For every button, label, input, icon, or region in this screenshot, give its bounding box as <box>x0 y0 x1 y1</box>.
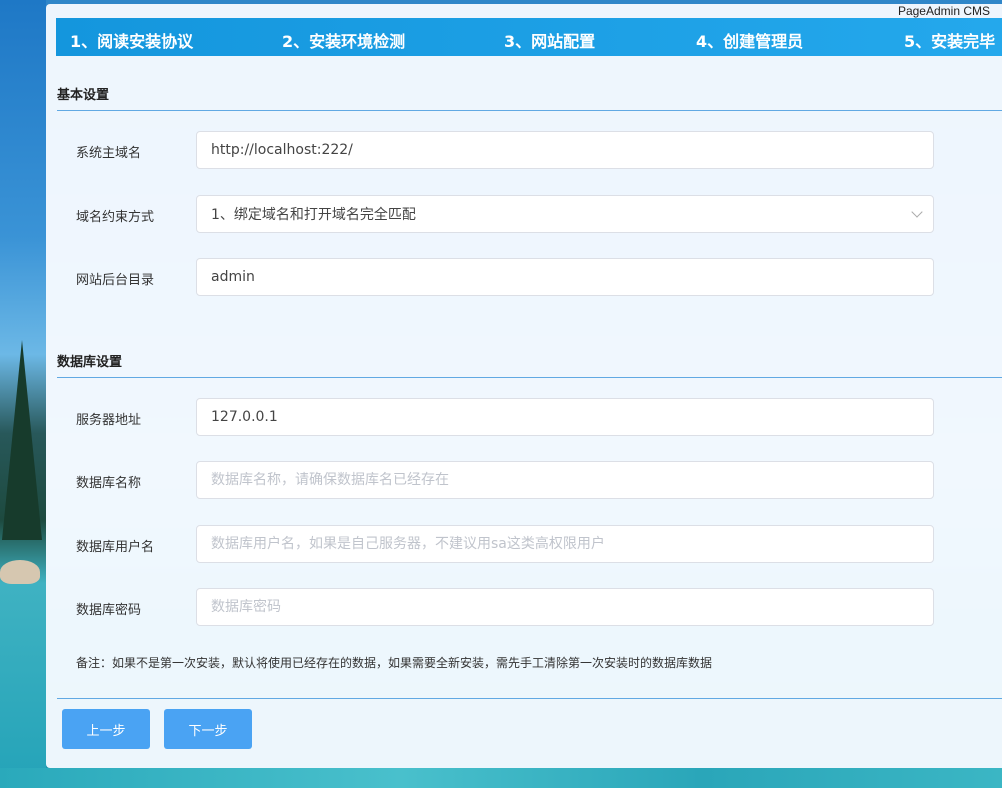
db-password-label: 数据库密码 <box>76 603 142 618</box>
chevron-down-icon <box>911 206 923 218</box>
admin-dir-input[interactable] <box>196 258 934 296</box>
step-1: 1、阅读安装协议 <box>70 32 194 51</box>
step-2: 2、安装环境检测 <box>282 32 406 51</box>
db-password-input[interactable] <box>196 588 934 626</box>
prev-button[interactable]: 上一步 <box>62 709 150 749</box>
step-4: 4、创建管理员 <box>696 32 804 51</box>
section-divider <box>57 110 1002 111</box>
footer-divider <box>57 698 1002 699</box>
step-bar: 1、阅读安装协议 2、安装环境检测 3、网站配置 4、创建管理员 5、安装完毕 <box>56 18 1002 56</box>
db-user-label: 数据库用户名 <box>76 540 155 555</box>
step-3: 3、网站配置 <box>504 32 596 51</box>
domain-label: 系统主域名 <box>76 146 142 161</box>
step-5: 5、安装完毕 <box>904 32 996 51</box>
server-label: 服务器地址 <box>76 413 142 428</box>
background-water <box>0 768 1002 788</box>
note-text: 备注：如果不是第一次安装，默认将使用已经存在的数据，如果需要全新安装，需先手工清… <box>76 656 713 670</box>
dbname-label: 数据库名称 <box>76 476 142 491</box>
background-scenery <box>0 0 46 788</box>
section-divider <box>57 377 1002 378</box>
server-input[interactable] <box>196 398 934 436</box>
brand-label: PageAdmin CMS <box>897 4 990 18</box>
constraint-label: 域名约束方式 <box>76 210 155 225</box>
tree-image <box>2 340 42 540</box>
db-user-input[interactable] <box>196 525 934 563</box>
basic-settings-title: 基本设置 <box>57 88 110 103</box>
dbname-input[interactable] <box>196 461 934 499</box>
next-button[interactable]: 下一步 <box>164 709 252 749</box>
database-settings-title: 数据库设置 <box>57 355 123 370</box>
constraint-value: 1、绑定域名和打开域名完全匹配 <box>211 207 416 223</box>
rock-image <box>0 560 40 584</box>
domain-input[interactable] <box>196 131 934 169</box>
admin-dir-label: 网站后台目录 <box>76 273 155 288</box>
constraint-select[interactable]: 1、绑定域名和打开域名完全匹配 <box>196 195 934 233</box>
